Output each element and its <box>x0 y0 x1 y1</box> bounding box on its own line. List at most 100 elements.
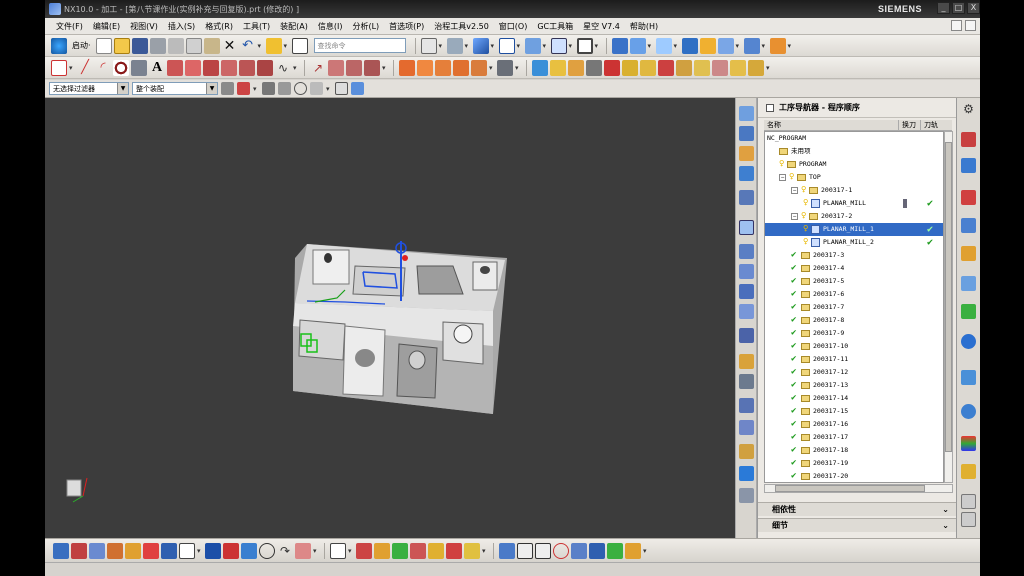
arc-icon[interactable]: ◜ <box>95 60 111 76</box>
list-toolpath-icon[interactable] <box>179 542 195 559</box>
feature-extras-icon[interactable] <box>497 59 513 76</box>
graphics-viewport[interactable] <box>45 98 735 538</box>
select-feature-icon[interactable] <box>237 82 250 95</box>
intersect-curve-icon[interactable] <box>221 59 237 76</box>
rotate-view-icon[interactable] <box>446 37 463 54</box>
menu-insert[interactable]: 插入(S) <box>163 21 200 32</box>
cam-tool-1-icon[interactable] <box>961 132 976 147</box>
join-curve-icon[interactable] <box>257 59 273 76</box>
orient-dropdown-icon[interactable]: ▾ <box>543 42 549 50</box>
tree-vertical-scrollbar[interactable] <box>944 131 953 483</box>
unite-icon[interactable] <box>532 59 548 76</box>
program-group-row[interactable]: ✔ 200317-18 <box>765 444 943 457</box>
bridge-curve-icon[interactable] <box>185 59 201 76</box>
program-group-row[interactable]: NC_PROGRAM <box>765 132 943 145</box>
chamfer-icon[interactable] <box>640 59 656 76</box>
menu-format[interactable]: 格式(R) <box>200 21 238 32</box>
snap-point-icon[interactable] <box>294 82 307 95</box>
chevron-down-icon[interactable]: ▼ <box>117 83 128 94</box>
move-face-icon[interactable] <box>730 59 746 76</box>
cam-tool-2-icon[interactable] <box>961 158 976 173</box>
system-materials-icon[interactable] <box>739 398 754 413</box>
program-group-row[interactable]: 未用项 <box>765 145 943 158</box>
process-studio-icon[interactable] <box>739 420 754 435</box>
scroll-down-icon[interactable] <box>961 512 976 527</box>
history-icon[interactable] <box>739 374 754 389</box>
menu-file[interactable]: 文件(F) <box>51 21 88 32</box>
menu-view[interactable]: 视图(V) <box>125 21 163 32</box>
menu-plugin-tools[interactable]: 治程工具v2.50 <box>429 21 494 32</box>
program-group-row[interactable]: ✔ 200317-11 <box>765 353 943 366</box>
expand-collapse-icon[interactable]: − <box>779 174 786 181</box>
operation-row[interactable]: ♀ PLANAR_MILL_2 ✔ <box>765 236 943 249</box>
command-search-input[interactable]: 查找命令 <box>313 38 406 53</box>
rotate-dropdown-icon[interactable]: ▾ <box>465 42 471 50</box>
maximize-button[interactable]: □ <box>952 2 965 14</box>
chevron-down-icon[interactable]: ▼ <box>206 83 217 94</box>
feeds-speeds-icon[interactable] <box>625 542 641 559</box>
cam-tool-8-icon[interactable] <box>961 370 976 385</box>
snap-settings-dropdown-icon[interactable]: ▾ <box>326 85 332 93</box>
edit-curve-dropdown-icon[interactable]: ▾ <box>382 64 388 72</box>
program-group-row[interactable]: ✔ 200317-19 <box>765 457 943 470</box>
create-tool-icon[interactable] <box>71 542 87 559</box>
postprocess-icon[interactable] <box>205 542 221 559</box>
toolpath-filter-dropdown-icon[interactable]: ▾ <box>482 547 488 555</box>
cam-tool-5-icon[interactable] <box>961 246 976 261</box>
menu-assemblies[interactable]: 装配(A) <box>275 21 313 32</box>
program-group-row[interactable]: ♀ PROGRAM <box>765 158 943 171</box>
gear-icon[interactable]: ⚙ <box>961 102 976 117</box>
general-select-icon[interactable] <box>221 82 234 95</box>
undo-dropdown-icon[interactable]: ▾ <box>258 42 264 50</box>
toolpath-dropdown-icon[interactable]: ▾ <box>197 547 203 555</box>
fit-dropdown-icon[interactable]: ▾ <box>439 42 445 50</box>
scrollbar-thumb[interactable] <box>775 485 925 492</box>
output-cls-icon[interactable] <box>241 542 257 559</box>
divide-curve-icon[interactable] <box>328 59 344 76</box>
create-geometry-icon[interactable] <box>89 542 105 559</box>
tree-horizontal-scrollbar[interactable] <box>764 484 953 493</box>
type-filter-select[interactable]: 无选择过滤器 ▼ <box>49 82 129 95</box>
create-method-icon[interactable] <box>107 542 123 559</box>
operation-tree[interactable]: NC_PROGRAM 未用项 ♀ PROGRAM − ♀ TOP − ♀ 200317-1 ♀ PLA… <box>764 131 944 483</box>
method-view-icon[interactable] <box>739 304 754 319</box>
program-group-row[interactable]: ✔ 200317-4 <box>765 262 943 275</box>
cam-tool-9-icon[interactable] <box>961 464 976 479</box>
generate-toolpath-icon[interactable] <box>143 542 159 559</box>
restore-doc-icon[interactable] <box>951 20 962 31</box>
menu-gc-toolkit[interactable]: GC工具箱 <box>532 21 578 32</box>
close-doc-icon[interactable] <box>965 20 976 31</box>
measure-icon[interactable] <box>743 37 760 54</box>
display-toolpath-icon[interactable] <box>428 542 444 559</box>
trim-curve-icon[interactable]: ↗ <box>310 60 326 76</box>
dependencies-section[interactable]: 相依性 ⌄ <box>758 502 957 516</box>
start-icon[interactable] <box>51 37 67 54</box>
section-view-icon[interactable] <box>611 37 628 54</box>
analyze-icon[interactable] <box>717 37 734 54</box>
menu-window[interactable]: 窗口(O) <box>494 21 533 32</box>
expand-collapse-icon[interactable]: − <box>791 187 798 194</box>
rectangle-icon[interactable] <box>51 59 67 76</box>
wireframe-dropdown-icon[interactable]: ▾ <box>517 42 523 50</box>
feature-extras-dropdown-icon[interactable]: ▾ <box>515 64 521 72</box>
simulation-dropdown-icon[interactable]: ▾ <box>313 547 319 555</box>
select-curve-icon[interactable] <box>262 82 275 95</box>
program-group-row[interactable]: ✔ 200317-12 <box>765 366 943 379</box>
layer-dropdown-icon[interactable]: ▾ <box>674 42 680 50</box>
operation-navigator-icon[interactable] <box>739 220 754 235</box>
manufacturing-wizard-icon[interactable] <box>739 444 754 459</box>
feature-dropdown-icon[interactable]: ▾ <box>489 64 495 72</box>
tool-holder-icon[interactable] <box>571 542 587 559</box>
shaded-view-icon[interactable] <box>472 37 489 54</box>
program-group-row[interactable]: ✔ 200317-10 <box>765 340 943 353</box>
machine-tool-view-icon[interactable] <box>739 264 754 279</box>
cutting-feeds-icon[interactable] <box>259 542 275 559</box>
pocket-icon[interactable] <box>471 59 487 76</box>
details-section[interactable]: 细节 ⌄ <box>758 518 957 532</box>
repeat-dropdown-icon[interactable]: ▾ <box>284 42 290 50</box>
replay-toolpath-icon[interactable] <box>446 542 462 559</box>
menu-edit[interactable]: 编辑(E) <box>88 21 125 32</box>
cam-tool-7-icon[interactable] <box>961 304 976 319</box>
curve-dropdown-icon[interactable]: ▾ <box>293 64 299 72</box>
program-group-row[interactable]: ✔ 200317-8 <box>765 314 943 327</box>
